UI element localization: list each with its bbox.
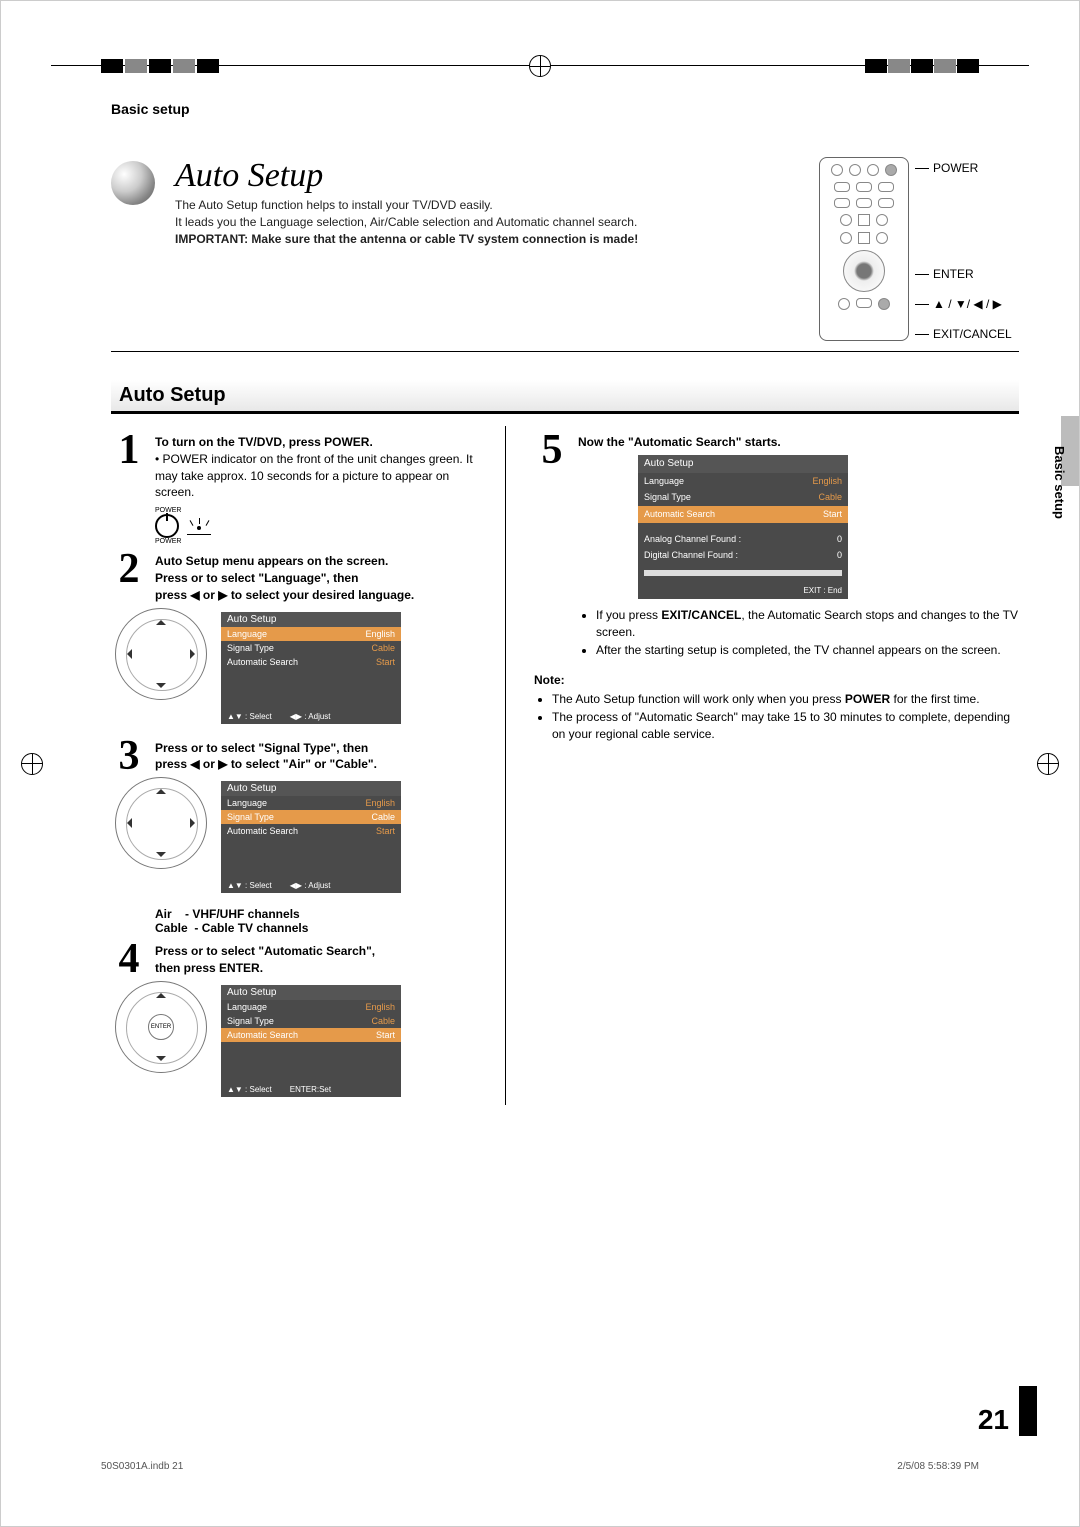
- callout-arrows: ▲ / ▼/ ◀ / ▶: [933, 297, 1002, 311]
- breadcrumb: Basic setup: [111, 101, 1019, 117]
- step-line: press ◀ or ▶ to select your desired lang…: [155, 588, 414, 602]
- color-bars-right: [865, 59, 979, 73]
- enter-hub: ENTER: [148, 1014, 174, 1040]
- page-content: Basic setup Auto Setup The Auto Setup fu…: [111, 101, 1019, 1456]
- step-line: Press or to select "Automatic Search",: [155, 944, 375, 958]
- note-item: The process of "Automatic Search" may ta…: [552, 709, 1019, 744]
- step-head: To turn on the TV/DVD, press POWER.: [155, 435, 373, 449]
- step-line: then press ENTER.: [155, 961, 263, 975]
- left-column: 1 To turn on the TV/DVD, press POWER. • …: [111, 426, 506, 1105]
- columns: 1 To turn on the TV/DVD, press POWER. • …: [111, 426, 1019, 1105]
- registration-mark-icon: [1037, 753, 1059, 775]
- remote-diagram: POWER ENTER ▲ / ▼/ ◀ / ▶ EXIT/CANCEL: [819, 157, 1019, 341]
- dpad-icon: ENTER: [115, 981, 207, 1073]
- note-heading: Note:: [534, 673, 1019, 687]
- manual-page: Basic setup Auto Setup The Auto Setup fu…: [0, 0, 1080, 1527]
- footer-filename: 50S0301A.indb 21: [101, 1461, 183, 1472]
- osd-screenshot: Auto Setup LanguageEnglish Signal TypeCa…: [638, 455, 848, 599]
- sphere-icon: [111, 161, 155, 205]
- callout-exit: EXIT/CANCEL: [933, 327, 1012, 341]
- remote-callouts: POWER ENTER ▲ / ▼/ ◀ / ▶ EXIT/CANCEL: [915, 157, 1012, 341]
- step-number: 4: [111, 943, 147, 977]
- step-number: 5: [534, 434, 570, 663]
- step-5: 5 Now the "Automatic Search" starts. Aut…: [534, 434, 1019, 663]
- page-tab-black: [1019, 1386, 1037, 1436]
- registration-mark-icon: [21, 753, 43, 775]
- hero-line: It leads you the Language selection, Air…: [175, 215, 637, 229]
- right-column: Basic setup 5 Now the "Automatic Search"…: [534, 426, 1019, 1105]
- color-bars-left: [101, 59, 219, 73]
- air-cable-legend: Air - VHF/UHF channels Cable - Cable TV …: [155, 907, 491, 935]
- step-bullet: If you press EXIT/CANCEL, the Automatic …: [596, 607, 1019, 642]
- step-line: Auto Setup menu appears on the screen.: [155, 554, 388, 568]
- step-line: Press or to select "Signal Type", then: [155, 741, 368, 755]
- hero-line: The Auto Setup function helps to install…: [175, 198, 493, 212]
- osd-title: Auto Setup: [221, 612, 401, 627]
- step-2: 2 Auto Setup menu appears on the screen.…: [111, 553, 491, 603]
- page-title: Auto Setup: [175, 157, 799, 195]
- step-line: press ◀ or ▶ to select "Air" or "Cable".: [155, 757, 377, 771]
- step-line: Press or to select "Language", then: [155, 571, 358, 585]
- step-number: 1: [111, 434, 147, 501]
- osd-screenshot: Auto Setup LanguageEnglish Signal TypeCa…: [221, 781, 401, 893]
- hero-section: Auto Setup The Auto Setup function helps…: [111, 157, 1019, 352]
- dpad-icon: [115, 608, 207, 700]
- dpad-icon: [115, 777, 207, 869]
- osd-screenshot: Auto Setup LanguageEnglish Signal TypeCa…: [221, 612, 401, 724]
- step-number: 3: [111, 740, 147, 774]
- step-1: 1 To turn on the TV/DVD, press POWER. • …: [111, 434, 491, 501]
- note-list: The Auto Setup function will work only w…: [534, 691, 1019, 743]
- side-tab-label: Basic setup: [1052, 446, 1067, 519]
- registration-mark-icon: [529, 55, 551, 77]
- step-text: POWER indicator on the front of the unit…: [155, 452, 473, 500]
- step-bullet: After the starting setup is completed, t…: [596, 642, 1019, 659]
- remote-outline: [819, 157, 909, 341]
- callout-power: POWER: [933, 161, 978, 175]
- hero-body: The Auto Setup function helps to install…: [175, 197, 799, 247]
- power-label-small: POWER: [155, 507, 181, 514]
- hero-important: IMPORTANT: Make sure that the antenna or…: [175, 232, 638, 246]
- page-number: 21: [978, 1404, 1009, 1436]
- callout-enter: ENTER: [933, 267, 974, 281]
- step-3: 3 Press or to select "Signal Type", then…: [111, 740, 491, 774]
- power-label-small: POWER: [155, 538, 181, 545]
- step-head: Now the "Automatic Search" starts.: [578, 435, 781, 449]
- osd-screenshot: Auto Setup LanguageEnglish Signal TypeCa…: [221, 985, 401, 1097]
- step-number: 2: [111, 553, 147, 603]
- footer-timestamp: 2/5/08 5:58:39 PM: [897, 1461, 979, 1472]
- step-4: 4 Press or to select "Automatic Search",…: [111, 943, 491, 977]
- section-heading: Auto Setup: [111, 380, 1019, 414]
- dpad-icon: [843, 250, 885, 292]
- power-indicator-icon: POWER POWER: [155, 507, 491, 545]
- note-item: The Auto Setup function will work only w…: [552, 691, 1019, 708]
